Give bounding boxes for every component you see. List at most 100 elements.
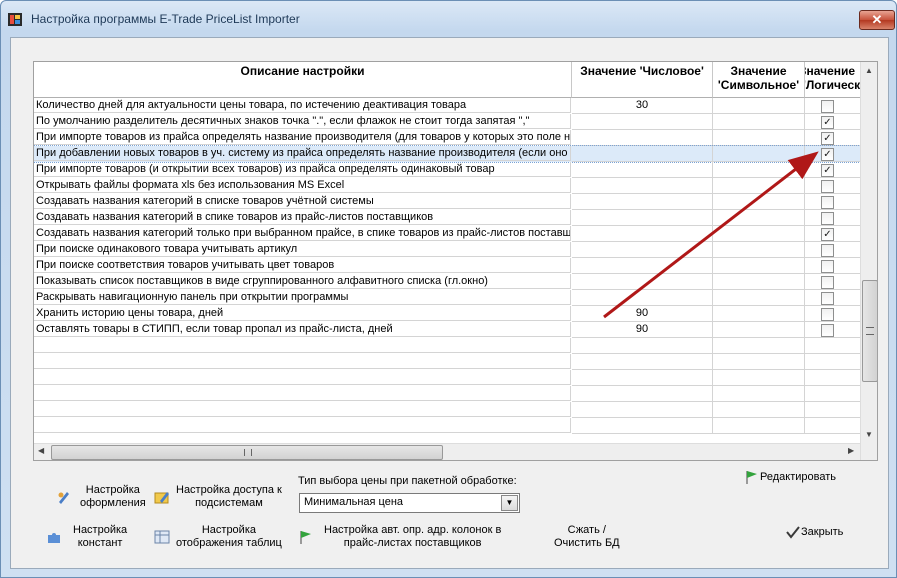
setting-description[interactable]: Количество дней для актуальности цены то… xyxy=(34,98,571,113)
column-header-description[interactable]: Описание настройки xyxy=(34,62,572,98)
setting-symbolic-value[interactable] xyxy=(713,274,805,290)
setting-logical-value[interactable] xyxy=(805,354,861,370)
setting-logical-value[interactable] xyxy=(805,274,861,290)
table-row[interactable] xyxy=(34,418,861,434)
setting-checkbox[interactable]: ✓ xyxy=(821,132,834,145)
setting-description[interactable]: При поиске одинакового товара учитывать … xyxy=(34,242,571,257)
setting-numeric-value[interactable] xyxy=(572,338,713,354)
setting-symbolic-value[interactable] xyxy=(713,98,805,114)
setting-numeric-value[interactable] xyxy=(572,146,713,162)
setting-logical-value[interactable]: ✓ xyxy=(805,146,861,162)
setting-logical-value[interactable]: ✓ xyxy=(805,130,861,146)
setting-checkbox[interactable] xyxy=(821,180,834,193)
table-row[interactable]: Открывать файлы формата xls без использо… xyxy=(34,178,861,194)
setting-logical-value[interactable] xyxy=(805,386,861,402)
setting-description[interactable]: При импорте товаров (и открытии всех тов… xyxy=(34,162,571,177)
setting-numeric-value[interactable] xyxy=(572,370,713,386)
setting-checkbox[interactable] xyxy=(821,292,834,305)
setting-checkbox[interactable] xyxy=(821,100,834,113)
setting-symbolic-value[interactable] xyxy=(713,226,805,242)
scroll-right-icon[interactable]: ▶ xyxy=(848,446,854,455)
setting-description[interactable]: При поиске соответствия товаров учитыват… xyxy=(34,258,571,273)
table-row[interactable] xyxy=(34,370,861,386)
vertical-scrollbar[interactable]: ▲ ▼ xyxy=(860,62,877,460)
table-display-settings-button[interactable]: Настройка отображения таблиц xyxy=(154,524,282,550)
setting-description[interactable]: Создавать названия категорий в спике тов… xyxy=(34,210,571,225)
setting-symbolic-value[interactable] xyxy=(713,130,805,146)
setting-checkbox[interactable] xyxy=(821,244,834,257)
scroll-down-icon[interactable]: ▼ xyxy=(865,430,873,439)
setting-symbolic-value[interactable] xyxy=(713,210,805,226)
setting-checkbox[interactable]: ✓ xyxy=(821,228,834,241)
setting-symbolic-value[interactable] xyxy=(713,242,805,258)
setting-logical-value[interactable] xyxy=(805,418,861,434)
table-row[interactable]: При поиске соответствия товаров учитыват… xyxy=(34,258,861,274)
setting-description[interactable]: Оставлять товары в СТИПП, если товар про… xyxy=(34,322,571,337)
setting-description[interactable]: Показывать список поставщиков в виде сгр… xyxy=(34,274,571,289)
setting-logical-value[interactable] xyxy=(805,194,861,210)
table-row[interactable]: По умолчанию разделитель десятичных знак… xyxy=(34,114,861,130)
setting-logical-value[interactable] xyxy=(805,210,861,226)
table-row[interactable] xyxy=(34,402,861,418)
setting-symbolic-value[interactable] xyxy=(713,386,805,402)
close-button[interactable]: Закрыть xyxy=(785,524,843,540)
setting-logical-value[interactable] xyxy=(805,322,861,338)
setting-symbolic-value[interactable] xyxy=(713,146,805,162)
table-row[interactable]: При импорте товаров из прайса определять… xyxy=(34,130,861,146)
table-row[interactable]: Хранить историю цены товара, дней 90 xyxy=(34,306,861,322)
setting-numeric-value[interactable] xyxy=(572,258,713,274)
setting-symbolic-value[interactable] xyxy=(713,258,805,274)
column-header-numeric[interactable]: Значение 'Числовое' xyxy=(572,62,713,98)
table-row[interactable]: При поиске одинакового товара учитывать … xyxy=(34,242,861,258)
setting-description[interactable] xyxy=(34,354,571,369)
setting-description[interactable]: Создавать названия категорий только при … xyxy=(34,226,571,241)
setting-symbolic-value[interactable] xyxy=(713,354,805,370)
setting-numeric-value[interactable] xyxy=(572,178,713,194)
edit-button[interactable]: Редактировать xyxy=(744,469,836,485)
window-close-button[interactable]: ✕ xyxy=(859,10,895,30)
setting-symbolic-value[interactable] xyxy=(713,402,805,418)
setting-numeric-value[interactable] xyxy=(572,386,713,402)
setting-logical-value[interactable] xyxy=(805,306,861,322)
setting-numeric-value[interactable]: 30 xyxy=(572,98,713,114)
setting-logical-value[interactable]: ✓ xyxy=(805,162,861,178)
setting-description[interactable]: Раскрывать навигационную панель при откр… xyxy=(34,290,571,305)
setting-symbolic-value[interactable] xyxy=(713,418,805,434)
setting-logical-value[interactable] xyxy=(805,338,861,354)
setting-description[interactable]: Хранить историю цены товара, дней xyxy=(34,306,571,321)
setting-description[interactable] xyxy=(34,402,571,417)
column-header-logical[interactable]: Значение 'Логическое' xyxy=(805,62,861,98)
scroll-left-icon[interactable]: ◀ xyxy=(38,446,44,455)
setting-checkbox[interactable] xyxy=(821,308,834,321)
access-settings-button[interactable]: Настройка доступа к подсистемам xyxy=(154,484,282,510)
setting-symbolic-value[interactable] xyxy=(713,322,805,338)
look-settings-button[interactable]: Настройка оформления xyxy=(56,484,146,510)
vertical-scroll-thumb[interactable] xyxy=(862,280,877,382)
setting-symbolic-value[interactable] xyxy=(713,338,805,354)
column-detection-settings-button[interactable]: Настройка авт. опр. адр. колонок в прайс… xyxy=(298,524,501,550)
table-row[interactable]: Количество дней для актуальности цены то… xyxy=(34,98,861,114)
setting-numeric-value[interactable] xyxy=(572,418,713,434)
setting-symbolic-value[interactable] xyxy=(713,306,805,322)
setting-checkbox[interactable]: ✓ xyxy=(821,164,834,177)
setting-numeric-value[interactable] xyxy=(572,114,713,130)
horizontal-scroll-thumb[interactable] xyxy=(51,445,443,460)
setting-symbolic-value[interactable] xyxy=(713,370,805,386)
table-row[interactable]: Создавать названия категорий только при … xyxy=(34,226,861,242)
table-row[interactable]: Оставлять товары в СТИПП, если товар про… xyxy=(34,322,861,338)
price-type-select[interactable]: Минимальная цена ▼ xyxy=(299,493,520,513)
setting-checkbox[interactable] xyxy=(821,276,834,289)
setting-numeric-value[interactable] xyxy=(572,130,713,146)
setting-description[interactable]: Создавать названия категорий в списке то… xyxy=(34,194,571,209)
setting-description[interactable] xyxy=(34,338,571,353)
setting-symbolic-value[interactable] xyxy=(713,194,805,210)
horizontal-scrollbar[interactable]: ◀ ▶ xyxy=(34,443,860,460)
setting-logical-value[interactable] xyxy=(805,98,861,114)
constants-settings-button[interactable]: Настройка констант xyxy=(46,524,127,550)
setting-logical-value[interactable] xyxy=(805,178,861,194)
setting-description[interactable]: Открывать файлы формата xls без использо… xyxy=(34,178,571,193)
setting-checkbox[interactable]: ✓ xyxy=(821,116,834,129)
setting-checkbox[interactable]: ✓ xyxy=(821,148,834,161)
setting-checkbox[interactable] xyxy=(821,324,834,337)
compress-database-button[interactable]: Сжать / Очистить БД xyxy=(554,524,620,550)
